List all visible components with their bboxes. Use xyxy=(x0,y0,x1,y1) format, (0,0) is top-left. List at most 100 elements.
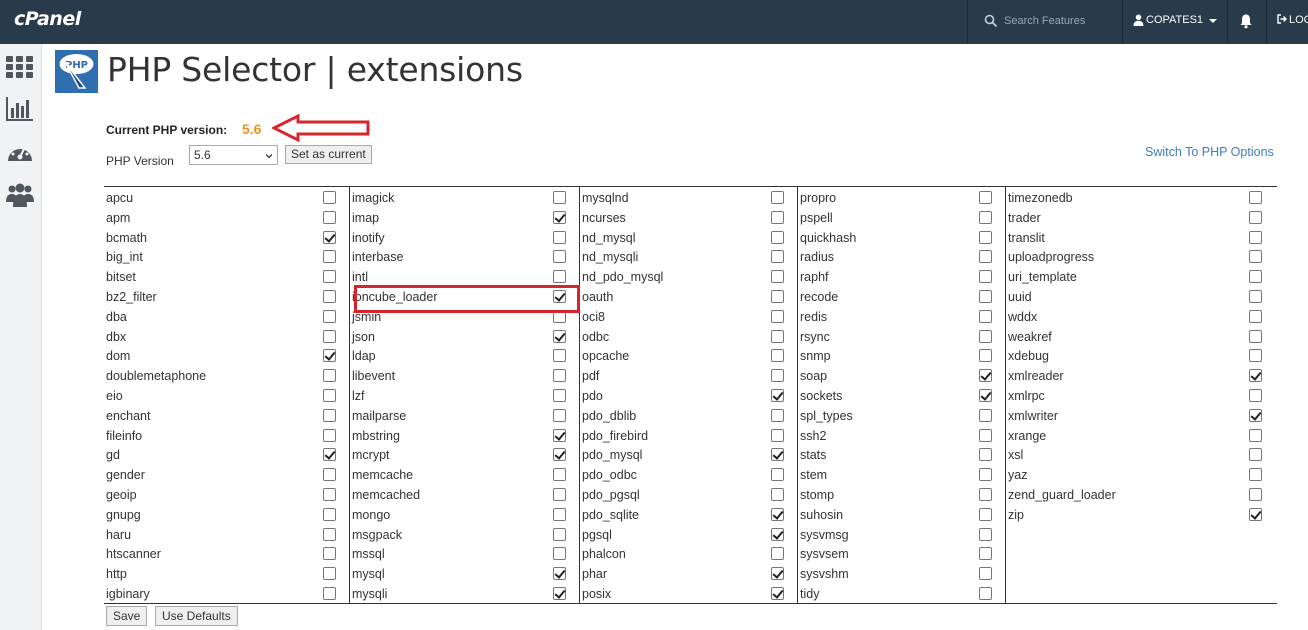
extension-checkbox[interactable] xyxy=(979,507,992,521)
extension-row[interactable]: uuid xyxy=(1006,287,1277,307)
extension-checkbox[interactable] xyxy=(979,349,992,363)
extension-row[interactable]: mysql xyxy=(350,564,579,584)
extension-row[interactable]: translit xyxy=(1006,228,1277,248)
extension-row[interactable]: uri_template xyxy=(1006,267,1277,287)
extension-checkbox[interactable] xyxy=(979,428,992,442)
extension-row[interactable]: doublemetaphone xyxy=(104,366,349,386)
extension-checkbox[interactable] xyxy=(553,210,566,224)
extension-row[interactable]: haru xyxy=(104,525,349,545)
extension-row[interactable]: igbinary xyxy=(104,584,349,604)
extension-row[interactable]: mongo xyxy=(350,505,579,525)
extension-row[interactable]: eio xyxy=(104,386,349,406)
extension-checkbox[interactable] xyxy=(771,389,784,402)
extension-checkbox[interactable] xyxy=(323,567,336,581)
extension-row[interactable]: json xyxy=(350,327,579,347)
extension-checkbox[interactable] xyxy=(553,408,566,422)
extension-row[interactable]: memcache xyxy=(350,465,579,485)
extension-checkbox[interactable] xyxy=(979,389,992,402)
user-menu[interactable]: COPATES1 xyxy=(1123,0,1227,44)
extension-checkbox[interactable] xyxy=(553,329,566,343)
extension-row[interactable]: yaz xyxy=(1006,465,1277,485)
cpanel-logo[interactable]: cPanel xyxy=(14,8,81,30)
extension-checkbox[interactable] xyxy=(323,290,336,303)
extension-row[interactable]: spl_types xyxy=(798,406,1005,426)
extension-checkbox[interactable] xyxy=(1249,448,1262,462)
logout-link[interactable]: LOG xyxy=(1277,14,1308,26)
extension-checkbox[interactable] xyxy=(553,567,566,581)
extension-row[interactable]: suhosin xyxy=(798,505,1005,525)
extension-row[interactable]: bz2_filter xyxy=(104,287,349,307)
bell-icon[interactable] xyxy=(1238,13,1254,29)
extension-checkbox[interactable] xyxy=(323,428,336,442)
extension-checkbox[interactable] xyxy=(771,309,784,323)
extension-row[interactable]: inotify xyxy=(350,228,579,248)
extension-row[interactable]: interbase xyxy=(350,247,579,267)
extension-row[interactable]: oci8 xyxy=(580,307,797,327)
extension-checkbox[interactable] xyxy=(1249,290,1262,303)
extension-row[interactable]: soap xyxy=(798,366,1005,386)
extension-checkbox[interactable] xyxy=(323,270,336,284)
extension-checkbox[interactable] xyxy=(771,250,784,264)
extension-row[interactable]: pdo_pgsql xyxy=(580,485,797,505)
extension-row[interactable]: snmp xyxy=(798,346,1005,366)
extension-checkbox[interactable] xyxy=(1249,468,1262,482)
extension-checkbox[interactable] xyxy=(1249,210,1262,224)
extension-checkbox[interactable] xyxy=(323,468,336,482)
extension-checkbox[interactable] xyxy=(771,428,784,442)
extension-checkbox[interactable] xyxy=(323,587,336,600)
extension-checkbox[interactable] xyxy=(771,587,784,600)
extension-checkbox[interactable] xyxy=(323,329,336,343)
extension-checkbox[interactable] xyxy=(1249,270,1262,284)
extension-row[interactable]: wddx xyxy=(1006,307,1277,327)
extension-row[interactable]: apcu xyxy=(104,188,349,208)
extension-checkbox[interactable] xyxy=(323,369,336,383)
extension-row[interactable]: nd_pdo_mysql xyxy=(580,267,797,287)
extension-checkbox[interactable] xyxy=(771,210,784,224)
extension-row[interactable]: zip xyxy=(1006,505,1277,525)
php-version-select[interactable]: 5.6 xyxy=(189,145,278,165)
extension-row[interactable]: memcached xyxy=(350,485,579,505)
extension-checkbox[interactable] xyxy=(1249,191,1262,204)
extension-checkbox[interactable] xyxy=(323,408,336,422)
extension-checkbox[interactable] xyxy=(1249,250,1262,264)
extension-row[interactable]: pdo_dblib xyxy=(580,406,797,426)
extension-checkbox[interactable] xyxy=(323,349,336,363)
extension-checkbox[interactable] xyxy=(1249,408,1262,422)
extension-checkbox[interactable] xyxy=(323,230,336,244)
extension-checkbox[interactable] xyxy=(979,547,992,561)
save-button[interactable]: Save xyxy=(106,606,148,626)
extension-row[interactable]: htscanner xyxy=(104,544,349,564)
extension-checkbox[interactable] xyxy=(553,587,566,600)
extension-checkbox[interactable] xyxy=(979,468,992,482)
extension-checkbox[interactable] xyxy=(979,448,992,462)
extension-checkbox[interactable] xyxy=(771,448,784,462)
extension-checkbox[interactable] xyxy=(771,527,784,541)
extension-row[interactable]: pdo xyxy=(580,386,797,406)
extension-checkbox[interactable] xyxy=(1249,507,1262,521)
extension-row[interactable]: zend_guard_loader xyxy=(1006,485,1277,505)
extension-row[interactable]: xrange xyxy=(1006,426,1277,446)
extension-checkbox[interactable] xyxy=(771,290,784,303)
extension-checkbox[interactable] xyxy=(553,389,566,402)
extension-checkbox[interactable] xyxy=(771,369,784,383)
extension-row[interactable]: http xyxy=(104,564,349,584)
extension-row[interactable]: pgsql xyxy=(580,525,797,545)
extension-checkbox[interactable] xyxy=(979,270,992,284)
extension-row[interactable]: phar xyxy=(580,564,797,584)
extension-row[interactable]: redis xyxy=(798,307,1005,327)
extension-checkbox[interactable] xyxy=(979,191,992,204)
extension-row[interactable]: odbc xyxy=(580,327,797,347)
extension-row[interactable]: trader xyxy=(1006,208,1277,228)
extension-row[interactable]: opcache xyxy=(580,346,797,366)
extension-row[interactable]: dom xyxy=(104,346,349,366)
extension-row[interactable]: gd xyxy=(104,445,349,465)
extension-row[interactable]: oauth xyxy=(580,287,797,307)
extension-row[interactable]: imagick xyxy=(350,188,579,208)
extension-row[interactable]: pspell xyxy=(798,208,1005,228)
extension-row[interactable]: apm xyxy=(104,208,349,228)
extension-checkbox[interactable] xyxy=(323,210,336,224)
extension-checkbox[interactable] xyxy=(979,369,992,383)
extension-row[interactable]: lzf xyxy=(350,386,579,406)
extension-checkbox[interactable] xyxy=(323,250,336,264)
extension-checkbox[interactable] xyxy=(323,547,336,561)
